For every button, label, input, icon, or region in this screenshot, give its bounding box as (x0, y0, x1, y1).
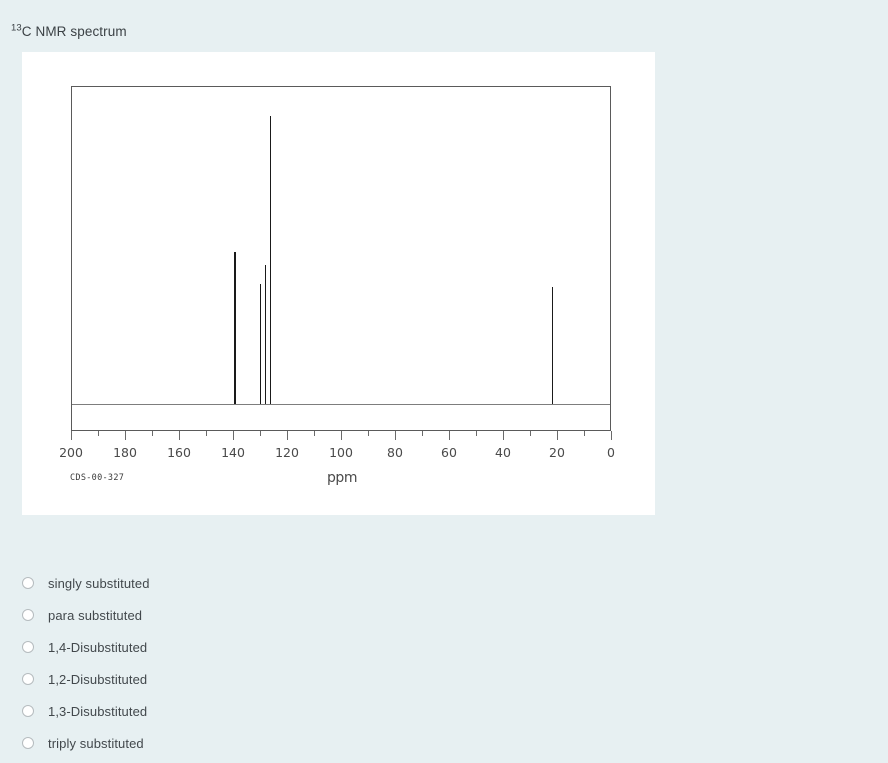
axis-tick-major (611, 431, 612, 440)
spectrum-peak (269, 115, 271, 405)
axis-tick-label: 180 (113, 445, 137, 460)
axis-tick-major (287, 431, 288, 440)
answer-option-6[interactable]: triply substituted (20, 727, 520, 759)
answer-option-label: 1,3-Disubstituted (48, 703, 148, 719)
axis-tick-label: 160 (167, 445, 191, 460)
radio-button-icon[interactable] (22, 737, 34, 749)
spectrum-plot-frame (71, 86, 611, 431)
x-axis-unit-label: ppm (327, 470, 357, 486)
axis-tick-minor (98, 431, 99, 436)
spectrum-peak (234, 252, 237, 405)
axis-tick-minor (584, 431, 585, 436)
axis-tick-label: 40 (495, 445, 511, 460)
axis-tick-major (503, 431, 504, 440)
spectrum-baseline (72, 404, 610, 405)
radio-button-icon[interactable] (22, 577, 34, 589)
spectrum-peaks (72, 87, 610, 405)
axis-tick-major (179, 431, 180, 440)
axis-tick-minor (530, 431, 531, 436)
axis-tick-major (341, 431, 342, 440)
axis-tick-minor (368, 431, 369, 436)
answer-option-label: 1,2-Disubstituted (48, 671, 148, 687)
axis-tick-label: 120 (275, 445, 299, 460)
axis-tick-label: 200 (59, 445, 83, 460)
spectrum-peak (264, 265, 266, 405)
answer-option-label: triply substituted (48, 735, 144, 751)
spectrum-code-label: CDS-00-327 (70, 473, 125, 483)
answer-option-label: 1,4-Disubstituted (48, 639, 148, 655)
radio-button-icon[interactable] (22, 705, 34, 717)
answer-option-4[interactable]: 1,2-Disubstituted (20, 663, 520, 695)
axis-tick-minor (422, 431, 423, 436)
spectrum-peak (552, 287, 554, 405)
page-title-text: C NMR spectrum (21, 24, 127, 39)
axis-tick-label: 80 (387, 445, 403, 460)
spectrum-peak (259, 284, 261, 405)
answer-option-1[interactable]: singly substituted (20, 567, 520, 599)
axis-tick-label: 0 (607, 445, 615, 460)
axis-tick-major (395, 431, 396, 440)
axis-tick-minor (476, 431, 477, 436)
answer-option-5[interactable]: 1,3-Disubstituted (20, 695, 520, 727)
radio-button-icon[interactable] (22, 609, 34, 621)
page-title: 13C NMR spectrum (11, 22, 127, 39)
axis-tick-major (125, 431, 126, 440)
axis-tick-minor (152, 431, 153, 436)
axis-tick-label: 20 (549, 445, 565, 460)
answer-options-list: singly substituted para substituted 1,4-Di… (20, 567, 520, 759)
axis-tick-minor (260, 431, 261, 436)
axis-tick-major (71, 431, 72, 440)
answer-option-label: singly substituted (48, 575, 150, 591)
radio-button-icon[interactable] (22, 673, 34, 685)
answer-option-label: para substituted (48, 607, 143, 623)
axis-tick-label: 60 (441, 445, 457, 460)
x-axis-labels: 200 180 160 140 120 100 80 60 40 20 0 (59, 445, 615, 463)
axis-tick-major (557, 431, 558, 440)
answer-option-3[interactable]: 1,4-Disubstituted (20, 631, 520, 663)
axis-tick-major (233, 431, 234, 440)
x-axis-ticks (71, 431, 612, 443)
answer-option-2[interactable]: para substituted (20, 599, 520, 631)
radio-button-icon[interactable] (22, 641, 34, 653)
axis-tick-minor (206, 431, 207, 436)
page-title-superscript: 13 (11, 22, 22, 34)
axis-tick-minor (314, 431, 315, 436)
axis-tick-label: 100 (329, 445, 353, 460)
axis-tick-major (449, 431, 450, 440)
axis-tick-label: 140 (221, 445, 245, 460)
